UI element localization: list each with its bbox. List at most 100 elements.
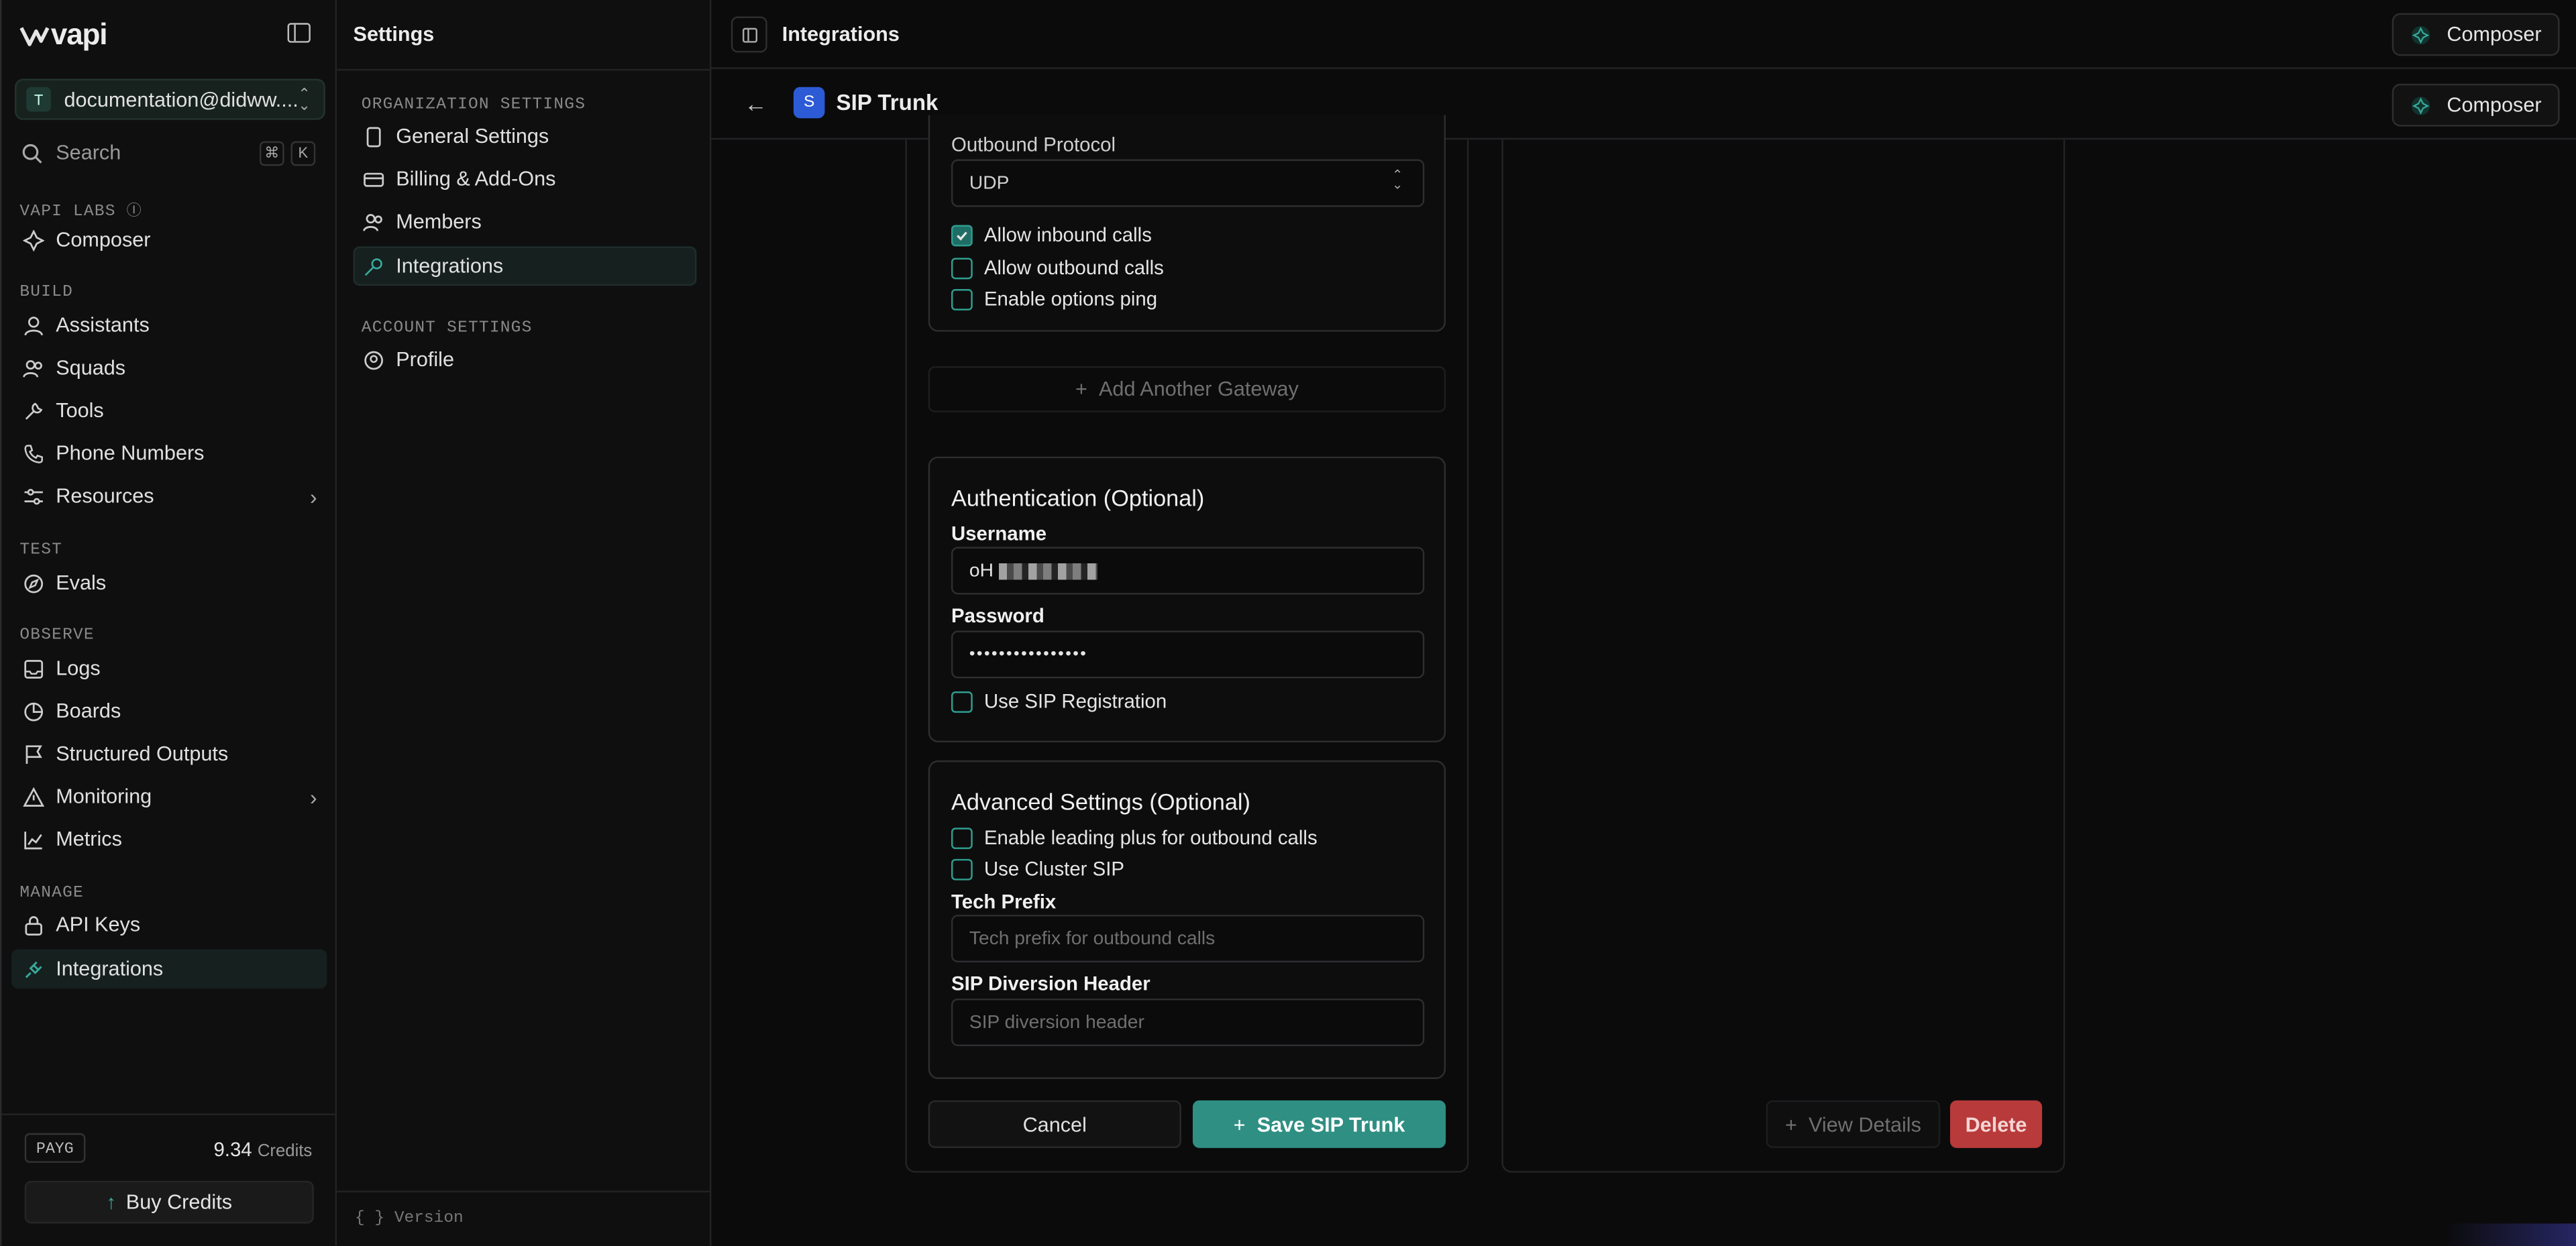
section-account-settings: ACCOUNT SETTINGS bbox=[361, 320, 533, 339]
org-avatar: T bbox=[26, 87, 51, 112]
password-field[interactable]: •••••••••••••••• bbox=[951, 630, 1425, 679]
tech-prefix-input[interactable]: Tech prefix for outbound calls bbox=[951, 915, 1425, 963]
sip-trunk-badge: S bbox=[793, 87, 825, 119]
phone-device-icon bbox=[366, 126, 381, 147]
composer-icon bbox=[2412, 96, 2431, 115]
search-icon bbox=[22, 143, 42, 163]
sidebar-item-squads[interactable]: Squads bbox=[21, 350, 125, 386]
allow-inbound-checkbox[interactable]: Allow inbound calls bbox=[951, 223, 1152, 246]
vapi-logo-icon bbox=[19, 26, 50, 46]
settings-item-general[interactable]: General Settings bbox=[363, 118, 549, 154]
sidebar-item-assistants[interactable]: Assistants bbox=[21, 307, 150, 343]
tech-prefix-label: Tech Prefix bbox=[951, 890, 1057, 913]
top-header: Integrations Composer bbox=[711, 0, 2576, 69]
flag-icon bbox=[21, 742, 44, 765]
logo-text: vapi bbox=[50, 17, 108, 51]
add-gateway-button[interactable]: + Add Another Gateway bbox=[928, 366, 1446, 412]
diversion-header-input[interactable]: SIP diversion header bbox=[951, 998, 1425, 1047]
shortcut-cmd-key: ⌘ bbox=[259, 140, 284, 166]
users-icon bbox=[21, 356, 44, 379]
settings-item-profile[interactable]: Profile bbox=[363, 341, 454, 378]
page-title: Integrations bbox=[782, 23, 900, 46]
compass-icon bbox=[21, 571, 44, 594]
wrench-icon bbox=[21, 399, 44, 422]
plus-icon: + bbox=[1233, 1113, 1246, 1136]
cluster-sip-checkbox[interactable]: Use Cluster SIP bbox=[951, 857, 1124, 881]
plug-icon bbox=[21, 958, 44, 980]
panel-toggle-button[interactable] bbox=[731, 16, 767, 53]
divider bbox=[1, 1113, 339, 1115]
sidebar-item-composer[interactable]: Composer bbox=[21, 222, 151, 258]
main-sidebar: vapi T documentation@didww.... ⌃ ⌄ Search… bbox=[0, 0, 339, 1246]
key-icon bbox=[364, 258, 382, 276]
users-icon bbox=[363, 213, 382, 231]
allow-outbound-checkbox[interactable]: Allow outbound calls bbox=[951, 256, 1164, 279]
inbox-icon bbox=[21, 657, 44, 680]
details-panel bbox=[1501, 139, 2065, 1173]
outbound-protocol-select[interactable]: UDP ⌃ ⌄ bbox=[951, 159, 1425, 207]
org-selector[interactable]: T documentation@didww.... ⌃ ⌄ bbox=[15, 78, 325, 120]
sidebar-item-logs[interactable]: Logs bbox=[21, 650, 101, 687]
sidebar-toggle-icon[interactable] bbox=[287, 23, 311, 43]
options-ping-checkbox[interactable]: Enable options ping bbox=[951, 288, 1157, 310]
sidebar-item-boards[interactable]: Boards bbox=[21, 693, 121, 729]
sidebar-item-resources[interactable]: Resources › bbox=[21, 478, 317, 514]
composer-icon bbox=[2412, 25, 2431, 44]
section-observe: OBSERVE bbox=[19, 627, 95, 646]
plan-badge: PAYG bbox=[24, 1133, 85, 1163]
check-icon bbox=[951, 224, 973, 246]
sidebar-item-api-keys[interactable]: API Keys bbox=[21, 907, 140, 943]
sip-trunk-title: SIP Trunk bbox=[836, 90, 938, 115]
leading-plus-checkbox[interactable]: Enable leading plus for outbound calls bbox=[951, 826, 1318, 849]
settings-item-billing[interactable]: Billing & Add-Ons bbox=[363, 161, 555, 197]
back-arrow-icon[interactable]: ← bbox=[744, 91, 767, 117]
auth-title: Authentication (Optional) bbox=[951, 484, 1205, 511]
credits-display: 9.34 Credits bbox=[213, 1138, 312, 1161]
delete-button[interactable]: Delete bbox=[1949, 1100, 2043, 1148]
username-field[interactable]: oH bbox=[951, 547, 1425, 595]
sidebar-item-integrations[interactable]: Integrations bbox=[21, 951, 163, 987]
redacted-text bbox=[998, 562, 1097, 579]
password-label: Password bbox=[951, 604, 1044, 628]
sidebar-item-phone-numbers[interactable]: Phone Numbers bbox=[21, 435, 204, 471]
divider bbox=[337, 1190, 712, 1192]
settings-title: Settings bbox=[353, 23, 435, 46]
gateway-card: Outbound Protocol UDP ⌃ ⌄ Allow inbound c… bbox=[928, 115, 1446, 332]
sidebar-item-monitoring[interactable]: Monitoring › bbox=[21, 779, 317, 815]
chevron-right-icon: › bbox=[310, 484, 317, 508]
credits-label: Credits bbox=[257, 1141, 313, 1162]
buy-credits-button[interactable]: ↑ Buy Credits bbox=[24, 1180, 314, 1224]
panel-left-icon bbox=[742, 27, 757, 43]
advanced-settings-card: Advanced Settings (Optional) Enable lead… bbox=[928, 760, 1446, 1079]
composer-icon bbox=[21, 228, 44, 251]
sidebar-item-metrics[interactable]: Metrics bbox=[21, 822, 122, 858]
sidebar-item-tools[interactable]: Tools bbox=[21, 392, 104, 429]
composer-button[interactable]: Composer bbox=[2392, 13, 2560, 56]
advanced-title: Advanced Settings (Optional) bbox=[951, 788, 1250, 815]
chevron-updown-icon: ⌃ ⌄ bbox=[298, 85, 311, 113]
sidebar-item-evals[interactable]: Evals bbox=[21, 565, 106, 601]
outbound-protocol-label: Outbound Protocol bbox=[951, 133, 1116, 156]
plus-icon: + bbox=[1075, 378, 1087, 401]
composer-button-secondary[interactable]: Composer bbox=[2392, 83, 2560, 127]
section-vapi-labs: VAPI LABS ⓘ bbox=[19, 203, 142, 222]
settings-item-members[interactable]: Members bbox=[363, 204, 482, 240]
save-sip-trunk-button[interactable]: + Save SIP Trunk bbox=[1192, 1100, 1446, 1148]
version-label: { } Version bbox=[354, 1210, 464, 1229]
view-details-button[interactable]: + View Details bbox=[1766, 1100, 1941, 1148]
section-test: TEST bbox=[19, 542, 63, 561]
section-build: BUILD bbox=[19, 284, 74, 302]
sip-registration-checkbox[interactable]: Use SIP Registration bbox=[951, 690, 1167, 713]
settings-item-integrations[interactable]: Integrations bbox=[363, 248, 503, 284]
profile-icon bbox=[364, 350, 384, 370]
sidebar-item-structured-outputs[interactable]: Structured Outputs bbox=[21, 736, 228, 772]
search-input[interactable]: Search ⌘ K bbox=[15, 136, 325, 169]
section-manage: MANAGE bbox=[19, 885, 84, 903]
arrow-up-icon: ↑ bbox=[106, 1190, 117, 1214]
cancel-button[interactable]: Cancel bbox=[928, 1100, 1181, 1148]
credits-value: 9.34 bbox=[213, 1138, 252, 1162]
section-org-settings: ORGANIZATION SETTINGS bbox=[361, 97, 586, 115]
alert-icon bbox=[21, 785, 44, 808]
vapi-logo[interactable]: vapi bbox=[19, 18, 107, 52]
chevron-updown-icon: ⌃ ⌄ bbox=[1392, 167, 1403, 192]
